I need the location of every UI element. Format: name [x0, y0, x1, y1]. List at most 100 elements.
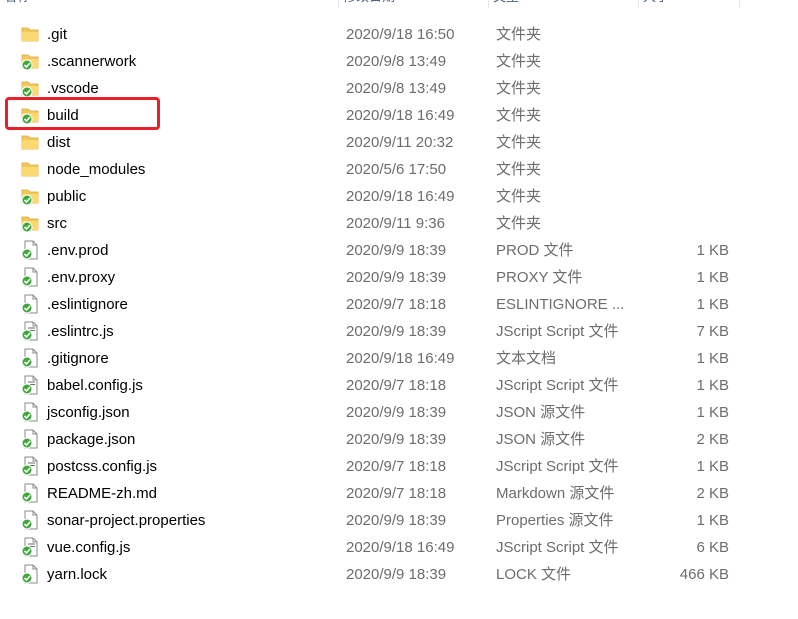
highlight-annotation-box — [5, 97, 160, 130]
file-name: .scannerwork — [47, 53, 137, 70]
column-header: 名称 修改日期 类型 大小 — [0, 0, 740, 8]
column-header-size[interactable]: 大小 — [639, 0, 740, 8]
file-type: 文件夹 — [496, 134, 542, 151]
file-date: 2020/9/18 16:49 — [346, 107, 455, 124]
folder-icon — [20, 51, 40, 71]
file-size — [640, 21, 729, 48]
column-header-name[interactable]: 名称 — [0, 0, 339, 8]
folder-icon — [20, 132, 40, 152]
file-row-readme-zh-md[interactable]: README-zh.md 2020/9/7 18:18 Markdown 源文件 2 … — [0, 480, 760, 507]
column-header-date[interactable]: 修改日期 — [339, 0, 489, 8]
file-row-postcss-config-js[interactable]: postcss.config.js 2020/9/7 18:18 JScript S… — [0, 453, 760, 480]
file-type: 文件夹 — [496, 53, 542, 70]
file-name: public — [47, 188, 87, 205]
file-name: package.json — [47, 431, 136, 448]
file-size: 1 KB — [696, 350, 729, 367]
file-icon — [20, 348, 40, 368]
file-type: 文本文档 — [496, 350, 557, 367]
file-icon — [20, 564, 40, 584]
file-date: 2020/9/7 18:18 — [346, 296, 447, 313]
file-row-dist[interactable]: dist 2020/9/11 20:32 文件夹 — [0, 129, 760, 156]
file-size — [640, 48, 729, 75]
file-size — [640, 210, 729, 237]
file-icon — [20, 267, 40, 287]
file-date: 2020/9/9 18:39 — [346, 242, 447, 259]
file-row-jsconfig-json[interactable]: jsconfig.json 2020/9/9 18:39 JSON 源文件 1 KB — [0, 399, 760, 426]
file-size: 7 KB — [696, 323, 729, 340]
file-name: babel.config.js — [47, 377, 143, 394]
folder-icon — [20, 159, 40, 179]
file-size: 466 KB — [679, 566, 729, 583]
file-size: 1 KB — [696, 512, 729, 529]
file-row-babel-config-js[interactable]: babel.config.js 2020/9/7 18:18 JScript Scr… — [0, 372, 760, 399]
file-date: 2020/9/9 18:39 — [346, 404, 447, 421]
folder-icon — [20, 213, 40, 233]
file-size: 1 KB — [696, 296, 729, 313]
file-name: node_modules — [47, 161, 146, 178]
file-name: .git — [47, 26, 68, 43]
file-size — [640, 156, 729, 183]
file-size: 1 KB — [696, 242, 729, 259]
file-type: 文件夹 — [496, 26, 542, 43]
file-icon — [20, 429, 40, 449]
file-name: postcss.config.js — [47, 458, 158, 475]
file-date: 2020/9/9 18:39 — [346, 566, 447, 583]
file-name: .env.proxy — [47, 269, 116, 286]
file-type: PROD 文件 — [496, 242, 574, 259]
file-type: JScript Script 文件 — [496, 458, 619, 475]
script-file-icon — [20, 375, 40, 395]
file-icon — [20, 483, 40, 503]
file-type: PROXY 文件 — [496, 269, 583, 286]
file-date: 2020/9/9 18:39 — [346, 323, 447, 340]
file-name: src — [47, 215, 67, 232]
file-date: 2020/9/7 18:18 — [346, 485, 447, 502]
file-name: README-zh.md — [47, 485, 158, 502]
file-row-eslintignore[interactable]: .eslintignore 2020/9/7 18:18 ESLINTIGNORE … — [0, 291, 760, 318]
file-row-env-prod[interactable]: .env.prod 2020/9/9 18:39 PROD 文件 1 KB — [0, 237, 760, 264]
file-size: 1 KB — [696, 269, 729, 286]
file-type: Properties 源文件 — [496, 512, 614, 529]
file-row-node-modules[interactable]: node_modules 2020/5/6 17:50 文件夹 — [0, 156, 760, 183]
file-row-package-json[interactable]: package.json 2020/9/9 18:39 JSON 源文件 2 KB — [0, 426, 760, 453]
file-type: 文件夹 — [496, 80, 542, 97]
file-row-public[interactable]: public 2020/9/18 16:49 文件夹 — [0, 183, 760, 210]
file-row-scannerwork[interactable]: .scannerwork 2020/9/8 13:49 文件夹 — [0, 48, 760, 75]
file-row-src[interactable]: src 2020/9/11 9:36 文件夹 — [0, 210, 760, 237]
file-name: .eslintrc.js — [47, 323, 114, 340]
column-header-type[interactable]: 类型 — [489, 0, 639, 8]
file-name: yarn.lock — [47, 566, 108, 583]
file-date: 2020/9/11 9:36 — [346, 215, 445, 232]
file-type: JScript Script 文件 — [496, 539, 619, 556]
file-row-gitignore[interactable]: .gitignore 2020/9/18 16:49 文本文档 1 KB — [0, 345, 760, 372]
file-size: 2 KB — [696, 431, 729, 448]
file-date: 2020/9/9 18:39 — [346, 269, 447, 286]
file-name: .gitignore — [47, 350, 109, 367]
file-type: 文件夹 — [496, 215, 542, 232]
file-type: 文件夹 — [496, 161, 542, 178]
file-name: dist — [47, 134, 71, 151]
file-date: 2020/9/9 18:39 — [346, 431, 447, 448]
file-date: 2020/9/9 18:39 — [346, 512, 447, 529]
file-explorer-window: 名称 修改日期 类型 大小 .git2020/9/18 16:50文件夹.sca… — [0, 0, 798, 619]
file-row-sonar-project-properties[interactable]: sonar-project.properties 2020/9/9 18:39 Pr… — [0, 507, 760, 534]
file-type: JScript Script 文件 — [496, 377, 619, 394]
file-row-eslintrc-js[interactable]: .eslintrc.js 2020/9/9 18:39 JScript Script… — [0, 318, 760, 345]
file-row-vue-config-js[interactable]: vue.config.js 2020/9/18 16:49 JScript Scri… — [0, 534, 760, 561]
file-icon — [20, 294, 40, 314]
file-type: JSON 源文件 — [496, 431, 586, 448]
folder-icon — [20, 24, 40, 44]
file-name: vue.config.js — [47, 539, 131, 556]
file-date: 2020/9/7 18:18 — [346, 377, 447, 394]
file-date: 2020/9/8 13:49 — [346, 80, 447, 97]
file-type: Markdown 源文件 — [496, 485, 615, 502]
file-icon — [20, 402, 40, 422]
file-row-env-proxy[interactable]: .env.proxy 2020/9/9 18:39 PROXY 文件 1 KB — [0, 264, 760, 291]
file-type: JSON 源文件 — [496, 404, 586, 421]
script-file-icon — [20, 537, 40, 557]
file-row-yarn-lock[interactable]: yarn.lock 2020/9/9 18:39 LOCK 文件 466 KB — [0, 561, 760, 588]
file-name: .eslintignore — [47, 296, 128, 313]
file-row-git[interactable]: .git 2020/9/18 16:50 文件夹 — [0, 21, 760, 48]
folder-icon — [20, 186, 40, 206]
file-date: 2020/9/7 18:18 — [346, 458, 447, 475]
file-type: JScript Script 文件 — [496, 323, 619, 340]
